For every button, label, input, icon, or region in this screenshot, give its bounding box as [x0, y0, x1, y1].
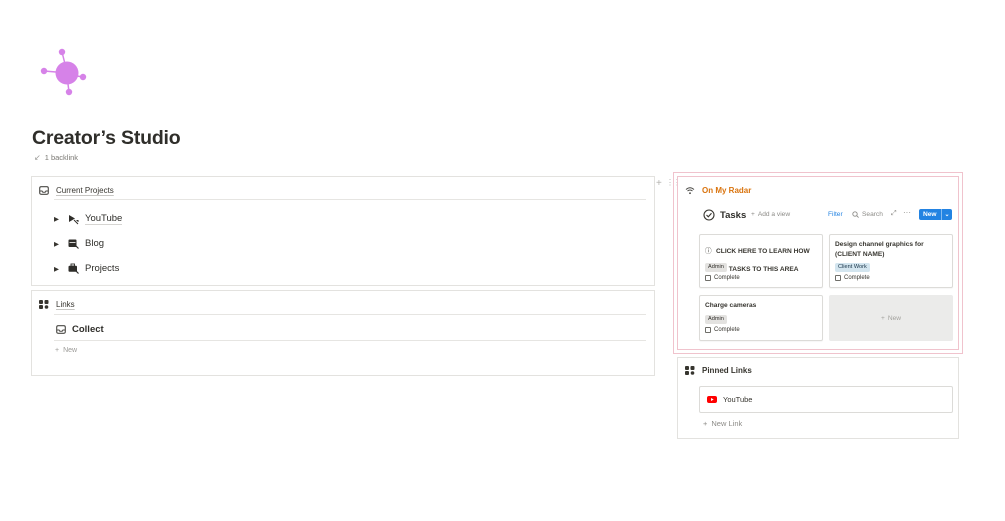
toggle-triangle-icon[interactable]: ▶ [54, 215, 62, 223]
tag-admin: Admin [705, 263, 727, 272]
task-title: Charge cameras [705, 302, 757, 309]
add-block-icon[interactable]: + [656, 178, 662, 189]
checkbox-icon[interactable] [705, 275, 711, 281]
checklist-circle-icon [703, 209, 715, 221]
links-header[interactable]: Links [56, 300, 75, 309]
new-card-label: New [887, 314, 902, 322]
links-grid-icon [685, 366, 695, 375]
new-task-label: New [923, 211, 937, 218]
checkbox-icon[interactable] [705, 327, 711, 333]
tasks-db-title[interactable]: Tasks [720, 210, 746, 221]
page-logo-icon [36, 46, 92, 98]
plus-icon: + [751, 211, 755, 218]
briefcase-edit-icon [68, 263, 79, 274]
collect-label: Collect [72, 324, 104, 335]
complete-checkbox[interactable]: Complete [835, 275, 870, 281]
page-title: Creator’s Studio [32, 127, 181, 149]
on-my-radar-card: On My Radar Tasks + Add a view Filter Se… [677, 176, 959, 350]
toggle-triangle-icon[interactable]: ▶ [54, 240, 62, 248]
search-button[interactable]: Search [852, 211, 883, 218]
task-card[interactable]: Design channel graphics for (CLIENT NAME… [829, 234, 953, 288]
complete-checkbox[interactable]: Complete [705, 327, 740, 333]
pinned-links-header: Pinned Links [702, 366, 752, 375]
play-cursor-icon [68, 214, 79, 225]
complete-label: Complete [714, 275, 740, 281]
search-icon [852, 211, 859, 218]
backlink-link[interactable]: ↙ 1 backlink [34, 153, 78, 162]
current-projects-card: Current Projects ▶ YouTube ▶ Blog ▶ Proj… [31, 176, 655, 286]
complete-label: Complete [844, 275, 870, 281]
project-item-youtube[interactable]: ▶ YouTube [54, 213, 123, 225]
new-card-placeholder[interactable]: + New [829, 295, 953, 341]
links-new-label: New [63, 347, 78, 354]
project-label: Projects [85, 263, 120, 274]
wifi-icon [685, 186, 695, 195]
plus-icon: + [703, 419, 708, 428]
search-label: Search [862, 211, 883, 218]
radar-title: On My Radar [702, 186, 752, 195]
plus-icon: + [55, 347, 60, 354]
tag-admin: Admin [705, 315, 727, 324]
pinned-youtube-link[interactable]: YouTube [699, 386, 953, 413]
plus-icon: + [880, 314, 885, 322]
task-card[interactable]: ⓘ CLICK HERE TO LEARN HOW TO PIN TASKS T… [699, 234, 823, 288]
tag-client-work: Client Work [835, 263, 870, 272]
youtube-icon [707, 396, 717, 403]
more-options-icon[interactable]: ··· [903, 208, 911, 217]
links-card: Links Collect + New [31, 290, 655, 376]
pinned-youtube-label: YouTube [723, 395, 753, 404]
new-link-button[interactable]: + New Link [703, 419, 742, 428]
checkbox-icon[interactable] [835, 275, 841, 281]
calendar-edit-icon [68, 238, 79, 249]
add-view-label: Add a view [757, 211, 791, 218]
arrow-down-left-icon: ↙ [34, 153, 41, 162]
backlink-label: 1 backlink [44, 153, 79, 162]
task-title: Design channel graphics for (CLIENT NAME… [835, 241, 924, 258]
project-label: YouTube [85, 213, 123, 225]
new-link-label: New Link [711, 419, 743, 428]
add-view-button[interactable]: + Add a view [751, 211, 790, 218]
new-task-button[interactable]: New ⌄ [919, 209, 952, 220]
inbox-icon [56, 325, 66, 334]
links-new-button[interactable]: + New [55, 347, 77, 354]
collect-link[interactable]: Collect [56, 324, 104, 335]
current-projects-header[interactable]: Current Projects [56, 186, 114, 195]
info-icon: ⓘ [705, 248, 712, 255]
project-item-blog[interactable]: ▶ Blog [54, 238, 104, 249]
complete-checkbox[interactable]: Complete [705, 275, 740, 281]
toggle-triangle-icon[interactable]: ▶ [54, 265, 62, 273]
task-card[interactable]: Charge cameras Admin Complete [699, 295, 823, 341]
links-grid-icon [39, 300, 49, 309]
project-label: Blog [85, 238, 105, 249]
project-item-projects[interactable]: ▶ Projects [54, 263, 119, 274]
inbox-icon [39, 186, 49, 195]
complete-label: Complete [714, 327, 740, 333]
chevron-down-icon[interactable]: ⌄ [941, 209, 952, 220]
filter-button[interactable]: Filter [828, 211, 843, 218]
pinned-links-card: Pinned Links YouTube + New Link [677, 357, 959, 439]
expand-icon[interactable]: ⤢ [891, 210, 897, 218]
